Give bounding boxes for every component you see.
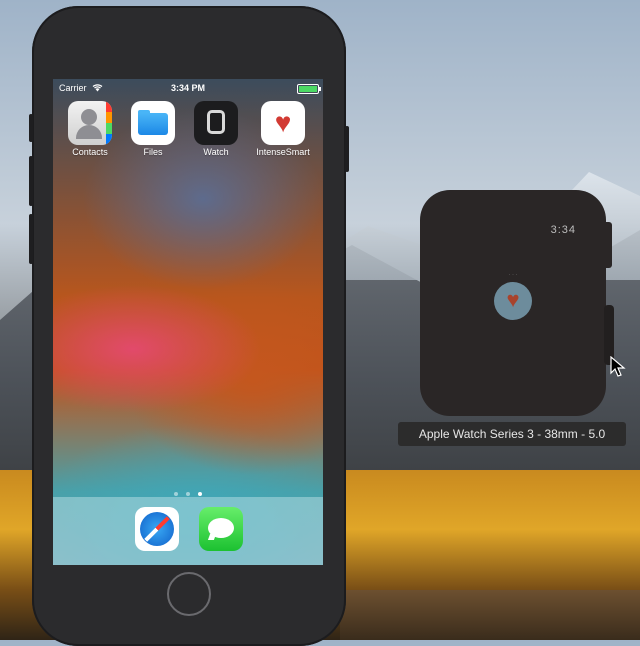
page-dot <box>186 492 190 496</box>
heart-icon[interactable]: ♥ <box>494 282 532 320</box>
messages-icon[interactable] <box>199 507 243 551</box>
status-time: 3:34 PM <box>170 83 205 93</box>
contacts-icon <box>68 101 112 145</box>
app-label: Files <box>143 147 163 157</box>
home-screen[interactable]: Carrier 3:34 PM Contacts Files Watch ♥ I… <box>53 79 323 565</box>
page-dot-active <box>198 492 203 496</box>
power-button[interactable] <box>345 126 349 172</box>
mouse-pointer-icon <box>610 355 626 378</box>
app-intensesmart[interactable]: ♥ IntenseSmart <box>254 101 312 157</box>
app-files[interactable]: Files <box>128 101 178 157</box>
page-dot <box>173 492 178 496</box>
app-label: Watch <box>203 147 229 157</box>
dock <box>53 497 323 565</box>
app-watch[interactable]: Watch <box>191 101 241 157</box>
device-tooltip: Apple Watch Series 3 - 38mm - 5.0 <box>398 422 626 446</box>
safari-icon[interactable] <box>135 507 179 551</box>
heart-runner-icon: ♥ <box>261 101 305 145</box>
apple-watch-simulator[interactable]: 3:34 · · · ♥ <box>420 190 606 416</box>
watch-icon <box>194 101 238 145</box>
volume-up-button[interactable] <box>29 156 33 206</box>
loading-spinner-icon: · · · <box>508 272 518 278</box>
app-contacts[interactable]: Contacts <box>65 101 115 157</box>
digital-crown[interactable] <box>602 222 612 268</box>
app-label: Contacts <box>72 147 108 157</box>
home-button[interactable] <box>167 572 211 616</box>
app-grid: Contacts Files Watch ♥ IntenseSmart <box>65 101 313 161</box>
app-label: IntenseSmart <box>256 147 310 157</box>
volume-down-button[interactable] <box>29 214 33 264</box>
status-bar: Carrier 3:34 PM <box>53 79 323 97</box>
battery-tip <box>319 87 321 91</box>
files-icon <box>131 101 175 145</box>
battery-fill <box>299 86 317 92</box>
battery-icon <box>297 84 321 94</box>
lake <box>340 590 640 640</box>
mute-switch[interactable] <box>29 114 33 142</box>
watch-time: 3:34 <box>550 224 576 236</box>
iphone-simulator: Carrier 3:34 PM Contacts Files Watch ♥ I… <box>29 6 349 646</box>
